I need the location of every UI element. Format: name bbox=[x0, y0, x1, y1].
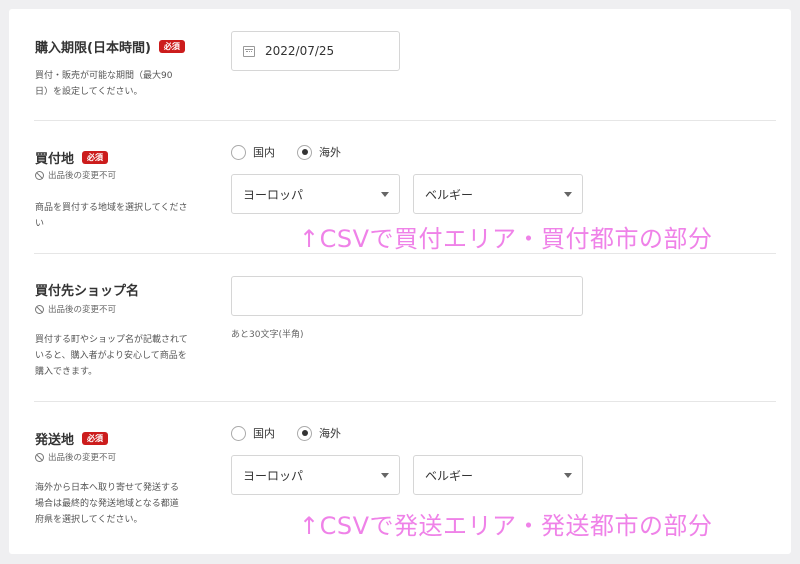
shop-name-desc-line1: 買付する町やショップ名が記載されて bbox=[35, 335, 188, 345]
radio-domestic[interactable]: 国内 bbox=[231, 144, 275, 160]
shipping-csv-annotation: ↑CSVで発送エリア・発送都市の部分 bbox=[299, 512, 713, 540]
shipping-location-desc-line1: 海外から日本へ取り寄せて発送する bbox=[35, 483, 180, 493]
shipping-country-value: ベルギー bbox=[425, 468, 474, 483]
section-divider bbox=[34, 401, 776, 402]
radio-overseas-label: 海外 bbox=[319, 427, 341, 440]
buying-location-desc-line1: 商品を買付する地域を選択してくださ bbox=[35, 203, 188, 213]
buying-location-desc-line2: い bbox=[35, 219, 45, 229]
chevron-down-icon bbox=[564, 192, 572, 197]
shipping-location-description: 海外から日本へ取り寄せて発送する 場合は最終的な発送地域となる都道 府県を選択し… bbox=[35, 480, 179, 528]
shipping-location-label: 発送地 必須 bbox=[35, 429, 109, 448]
buying-location-radio-group: 国内 海外 bbox=[231, 144, 363, 160]
shop-name-title: 買付先ショップ名 bbox=[35, 284, 140, 299]
shop-name-note: 出品後の変更不可 bbox=[35, 303, 116, 315]
purchase-period-date-value: 2022/07/25 bbox=[265, 44, 335, 58]
purchase-period-title: 購入期限(日本時間) bbox=[35, 41, 151, 56]
buying-location-note: 出品後の変更不可 bbox=[35, 169, 116, 181]
prohibited-icon bbox=[35, 304, 44, 314]
radio-domestic-label: 国内 bbox=[253, 146, 275, 159]
buying-location-title: 買付地 bbox=[35, 152, 75, 167]
purchase-period-desc-line2: 日）を設定してください。 bbox=[35, 87, 143, 97]
shipping-location-desc-line2: 場合は最終的な発送地域となる都道 bbox=[35, 499, 179, 509]
required-badge: 必須 bbox=[158, 40, 185, 53]
radio-overseas-label: 海外 bbox=[319, 146, 341, 159]
chevron-down-icon bbox=[381, 192, 389, 197]
radio-domestic-label: 国内 bbox=[253, 427, 275, 440]
shop-name-note-text: 出品後の変更不可 bbox=[48, 305, 117, 315]
shipping-country-select[interactable]: ベルギー bbox=[413, 455, 583, 495]
buying-region-select[interactable]: ヨーロッパ bbox=[231, 174, 400, 214]
purchase-period-date-input[interactable]: 2022/07/25 bbox=[231, 31, 400, 71]
shop-name-desc-line3: 購入できます。 bbox=[35, 367, 98, 377]
buying-location-description: 商品を買付する地域を選択してくださ い bbox=[35, 200, 187, 232]
required-badge: 必須 bbox=[82, 151, 109, 164]
section-divider bbox=[34, 120, 776, 121]
radio-overseas[interactable]: 海外 bbox=[297, 144, 341, 160]
prohibited-icon bbox=[35, 170, 44, 180]
calendar-icon bbox=[243, 45, 255, 57]
shop-name-char-count: あと30文字(半角) bbox=[231, 330, 304, 340]
radio-overseas-circle[interactable] bbox=[297, 144, 312, 160]
shipping-location-note-text: 出品後の変更不可 bbox=[48, 453, 117, 463]
chevron-down-icon bbox=[381, 473, 389, 478]
purchase-period-desc-line1: 買付・販売が可能な期間（最大90 bbox=[35, 71, 173, 81]
shipping-location-desc-line3: 府県を選択してください。 bbox=[35, 515, 143, 525]
buying-country-value: ベルギー bbox=[425, 187, 474, 202]
buying-location-label: 買付地 必須 bbox=[35, 148, 109, 167]
purchase-period-label: 購入期限(日本時間) 必須 bbox=[35, 37, 185, 56]
buying-location-note-text: 出品後の変更不可 bbox=[48, 171, 117, 181]
shipping-location-note: 出品後の変更不可 bbox=[35, 451, 116, 463]
shipping-location-title: 発送地 bbox=[35, 433, 75, 448]
shipping-region-select[interactable]: ヨーロッパ bbox=[231, 455, 400, 495]
shipping-location-radio-group: 国内 海外 bbox=[231, 425, 363, 441]
chevron-down-icon bbox=[564, 473, 572, 478]
shop-name-desc-line2: いると、購入者がより安心して商品を bbox=[35, 351, 187, 361]
shop-name-description: 買付する町やショップ名が記載されて いると、購入者がより安心して商品を 購入でき… bbox=[35, 332, 188, 380]
buying-country-select[interactable]: ベルギー bbox=[413, 174, 583, 214]
radio-overseas[interactable]: 海外 bbox=[297, 425, 341, 441]
shop-name-label: 買付先ショップ名 bbox=[35, 280, 139, 299]
radio-domestic[interactable]: 国内 bbox=[231, 425, 275, 441]
radio-domestic-circle[interactable] bbox=[231, 144, 246, 160]
shipping-region-value: ヨーロッパ bbox=[243, 468, 304, 483]
required-badge: 必須 bbox=[82, 432, 109, 445]
form-card: 購入期限(日本時間) 必須 買付・販売が可能な期間（最大90 日）を設定してくだ… bbox=[9, 9, 791, 554]
radio-overseas-circle[interactable] bbox=[297, 425, 312, 441]
shop-name-input[interactable] bbox=[231, 276, 583, 316]
prohibited-icon bbox=[35, 452, 44, 462]
radio-domestic-circle[interactable] bbox=[231, 425, 246, 441]
section-divider bbox=[34, 253, 776, 254]
buying-region-value: ヨーロッパ bbox=[243, 187, 304, 202]
buying-csv-annotation: ↑CSVで買付エリア・買付都市の部分 bbox=[299, 225, 713, 253]
purchase-period-description: 買付・販売が可能な期間（最大90 日）を設定してください。 bbox=[35, 68, 172, 100]
